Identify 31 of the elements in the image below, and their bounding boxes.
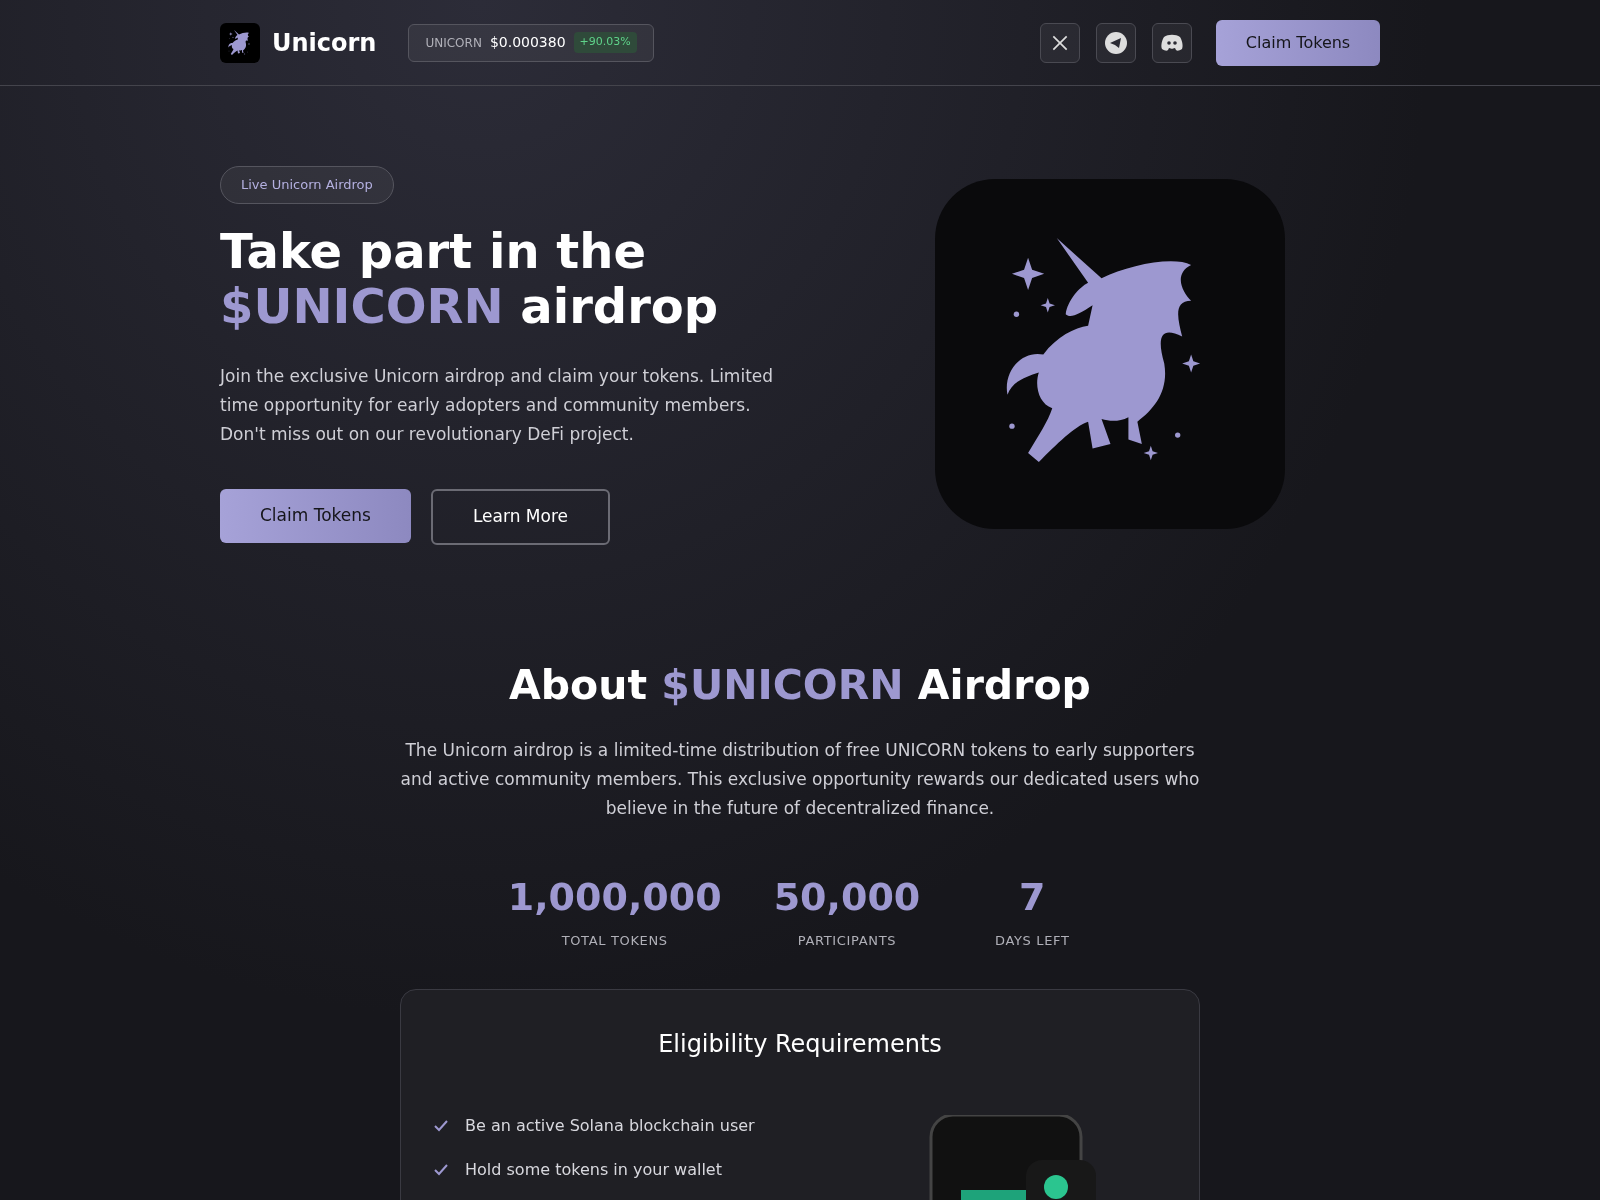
token-symbol: UNICORN [425, 34, 482, 52]
stat-value: 1,000,000 [507, 875, 722, 919]
card-title: Eligibility Requirements [657, 1028, 943, 1060]
price-change: +90.03% [573, 32, 637, 53]
stat-value: 7 [1019, 875, 1046, 919]
stat-label: PARTICIPANTS [797, 932, 897, 950]
requirement-text: Be an active Solana blockchain user [465, 1114, 755, 1137]
claim-tokens-button[interactable]: Claim Tokens [220, 488, 411, 543]
live-airdrop-badge: Live Unicorn Airdrop [220, 166, 394, 204]
section-heading: Airdrop [917, 660, 1091, 709]
brand-name: Unicorn [272, 27, 377, 59]
stat-label: DAYS LEFT [995, 932, 1070, 950]
paper-plane-icon [1104, 30, 1128, 55]
claim-tokens-button[interactable]: Claim Tokens [1216, 19, 1380, 66]
brand-logo[interactable] [220, 22, 260, 63]
game-controller-icon [1160, 32, 1184, 53]
hero-title: airdrop [520, 277, 719, 334]
hero-description: Join the exclusive Unicorn airdrop and claim your tokens. Limited time opportunity for early adopters and community members. Don't miss out on our revolutionary DeFi project. [220, 364, 775, 446]
token-name: $UNICORN [661, 660, 904, 709]
section-heading: About [509, 660, 648, 709]
requirement-text: Hold some tokens in your wallet [465, 1158, 722, 1181]
hero-title: Take part in the [220, 222, 646, 279]
telegram-button[interactable] [1096, 22, 1136, 63]
token-name: $UNICORN [220, 277, 504, 334]
discord-button[interactable] [1152, 22, 1192, 63]
learn-more-button[interactable]: Learn More [430, 488, 610, 545]
x-logo-button[interactable] [1040, 22, 1080, 63]
about-description: The Unicorn airdrop is a limited-time distribution of free UNICORN tokens to early supporters and active community members. This exclusive opportunity rewards our dedicated users who believe in the future of decentralized finance. [399, 739, 1201, 820]
stat-value: 50,000 [773, 875, 921, 919]
stat-label: TOTAL TOKENS [561, 932, 668, 950]
token-price: $0.000380 [489, 33, 566, 52]
